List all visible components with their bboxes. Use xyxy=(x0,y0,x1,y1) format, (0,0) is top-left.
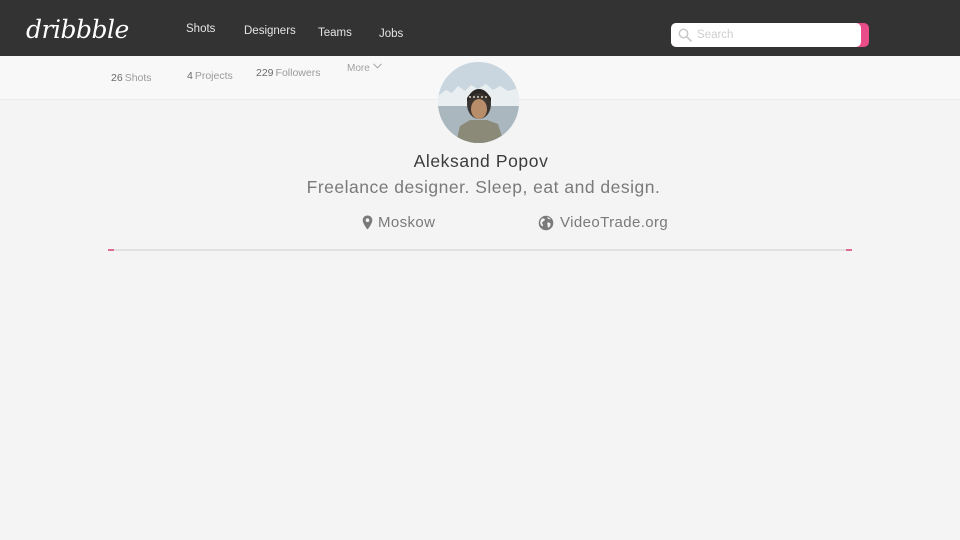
search-field-wrapper xyxy=(671,23,861,47)
top-navigation-bar: dribbble Shots Designers Teams Jobs xyxy=(0,0,960,56)
search-icon xyxy=(678,28,692,42)
tab-shots[interactable]: 26 Shots xyxy=(111,72,152,84)
profile-website-link[interactable]: VideoTrade.org xyxy=(538,214,668,231)
divider-accent-right xyxy=(846,249,852,251)
tab-followers[interactable]: 229 Followers xyxy=(256,67,320,79)
website-text: VideoTrade.org xyxy=(560,214,669,231)
profile-location: Moskow xyxy=(362,214,435,231)
shots-count: 26 xyxy=(111,72,123,84)
nav-jobs[interactable]: Jobs xyxy=(379,28,403,40)
profile-name: Aleksand Popov xyxy=(413,151,549,171)
divider-accent-left xyxy=(108,249,114,251)
nav-designers[interactable]: Designers xyxy=(244,25,296,37)
dribbble-logo[interactable]: dribbble xyxy=(26,15,129,44)
search-input[interactable] xyxy=(697,29,857,41)
projects-count: 4 xyxy=(187,70,193,82)
more-menu-button[interactable]: More xyxy=(347,63,382,74)
avatar[interactable] xyxy=(438,62,519,143)
followers-label: Followers xyxy=(275,67,321,79)
profile-divider xyxy=(108,249,852,251)
followers-count: 229 xyxy=(256,67,274,79)
nav-teams[interactable]: Teams xyxy=(318,27,352,39)
globe-icon xyxy=(538,215,554,230)
location-text: Moskow xyxy=(378,214,436,231)
tab-projects[interactable]: 4 Projects xyxy=(187,70,233,82)
shots-label: Shots xyxy=(124,72,152,84)
avatar-photo xyxy=(438,62,519,143)
profile-bio: Freelance designer. Sleep, eat and desig… xyxy=(306,177,661,197)
more-label: More xyxy=(347,63,370,74)
map-pin-icon xyxy=(362,215,373,230)
chevron-down-icon xyxy=(372,63,382,69)
nav-shots[interactable]: Shots xyxy=(186,23,215,35)
projects-label: Projects xyxy=(194,70,233,82)
search-box xyxy=(671,23,869,47)
